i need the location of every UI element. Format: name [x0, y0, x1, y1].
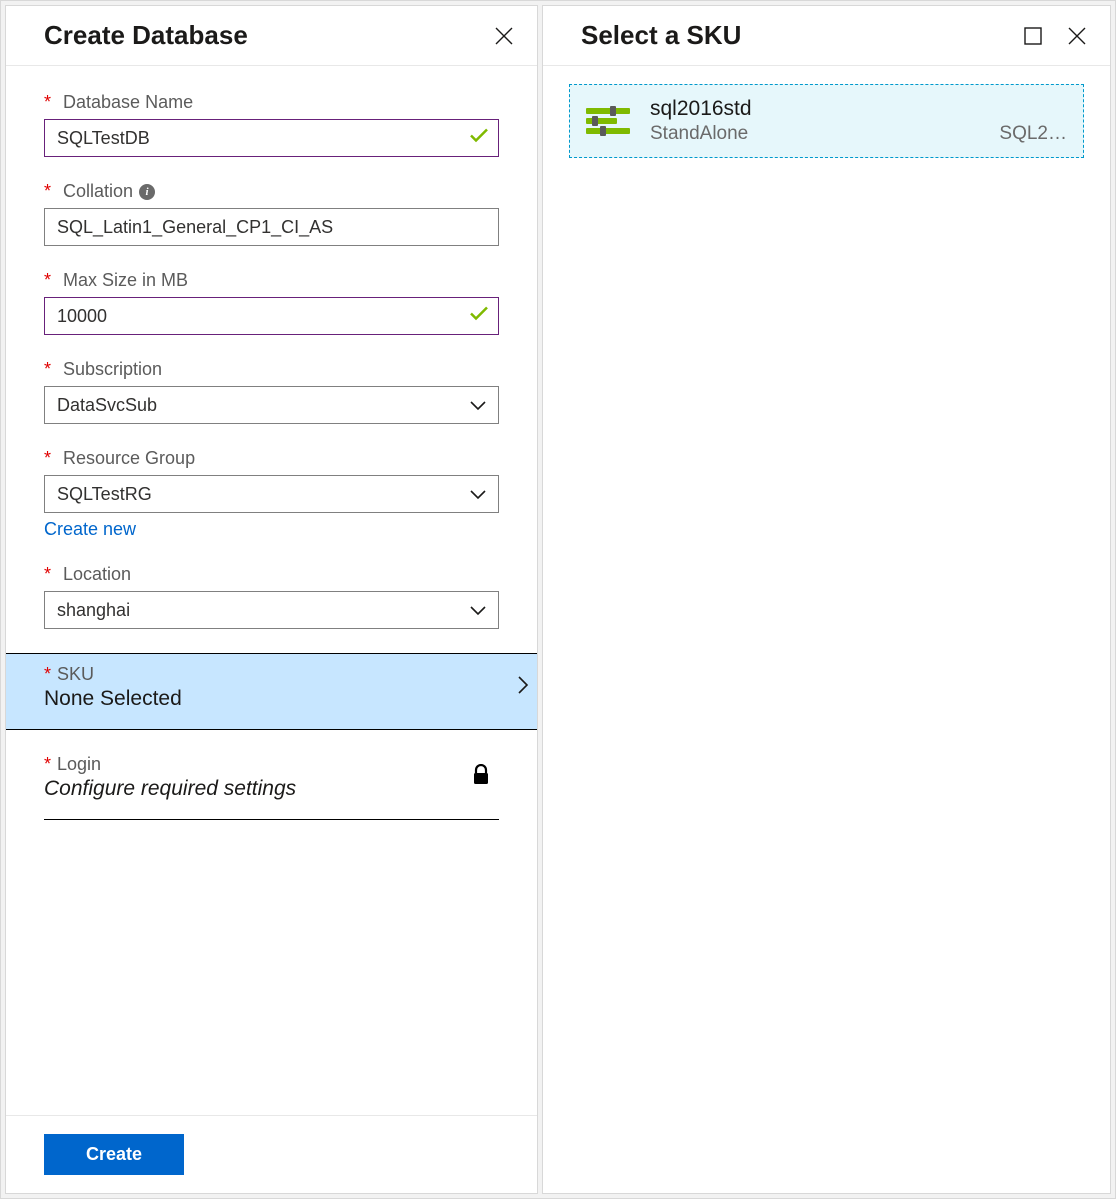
- create-database-panel: Create Database *Database Name *Collatio…: [5, 5, 538, 1194]
- label-resource-group: *Resource Group: [44, 448, 499, 469]
- maximize-icon[interactable]: [1022, 25, 1044, 47]
- label-collation: *Collation i: [44, 181, 499, 202]
- panel-header: Create Database: [6, 6, 537, 66]
- field-max-size: *Max Size in MB: [44, 270, 499, 335]
- sku-edition: SQL2…: [999, 123, 1067, 145]
- label-login: Login: [57, 754, 101, 774]
- panel-header: Select a SKU: [543, 6, 1110, 66]
- sku-sliders-icon: [586, 102, 630, 140]
- collation-input[interactable]: [44, 208, 499, 246]
- checkmark-icon: [469, 128, 489, 149]
- login-value: Configure required settings: [44, 777, 471, 801]
- panel-title: Create Database: [44, 20, 248, 51]
- sku-name: sql2016std: [650, 97, 1067, 121]
- max-size-input[interactable]: [44, 297, 499, 335]
- resource-group-select[interactable]: SQLTestRG: [44, 475, 499, 513]
- field-database-name: *Database Name: [44, 92, 499, 157]
- chevron-down-icon: [470, 600, 486, 621]
- sku-list: sql2016std StandAlone SQL2…: [543, 66, 1110, 176]
- sku-info: sql2016std StandAlone SQL2…: [650, 97, 1067, 145]
- lock-icon: [471, 764, 491, 791]
- create-button[interactable]: Create: [44, 1134, 184, 1175]
- field-subscription: *Subscription DataSvcSub: [44, 359, 499, 424]
- checkmark-icon: [469, 306, 489, 327]
- database-name-input[interactable]: [44, 119, 499, 157]
- sku-blade-row[interactable]: *SKU None Selected: [6, 653, 537, 730]
- subscription-select[interactable]: DataSvcSub: [44, 386, 499, 424]
- select-sku-panel: Select a SKU sql2016std: [542, 5, 1111, 1194]
- label-location: *Location: [44, 564, 499, 585]
- field-location: *Location shanghai: [44, 564, 499, 629]
- close-icon[interactable]: [1066, 25, 1088, 47]
- label-database-name: *Database Name: [44, 92, 499, 113]
- sku-card[interactable]: sql2016std StandAlone SQL2…: [569, 84, 1084, 158]
- field-resource-group: *Resource Group SQLTestRG Create new: [44, 448, 499, 540]
- location-select[interactable]: shanghai: [44, 591, 499, 629]
- label-subscription: *Subscription: [44, 359, 499, 380]
- close-icon[interactable]: [493, 25, 515, 47]
- label-max-size: *Max Size in MB: [44, 270, 499, 291]
- create-new-link[interactable]: Create new: [44, 519, 136, 540]
- info-icon[interactable]: i: [139, 184, 155, 200]
- sku-type: StandAlone: [650, 123, 748, 145]
- label-sku: SKU: [57, 664, 94, 684]
- chevron-down-icon: [470, 484, 486, 505]
- chevron-right-icon: [517, 675, 529, 700]
- chevron-down-icon: [470, 395, 486, 416]
- panel-body: *Database Name *Collation i *Max Size in…: [6, 66, 537, 1115]
- sku-value: None Selected: [44, 687, 517, 711]
- field-collation: *Collation i: [44, 181, 499, 246]
- panel-footer: Create: [6, 1115, 537, 1193]
- panel-title: Select a SKU: [581, 20, 741, 51]
- login-blade-row[interactable]: *Login Configure required settings: [44, 744, 499, 820]
